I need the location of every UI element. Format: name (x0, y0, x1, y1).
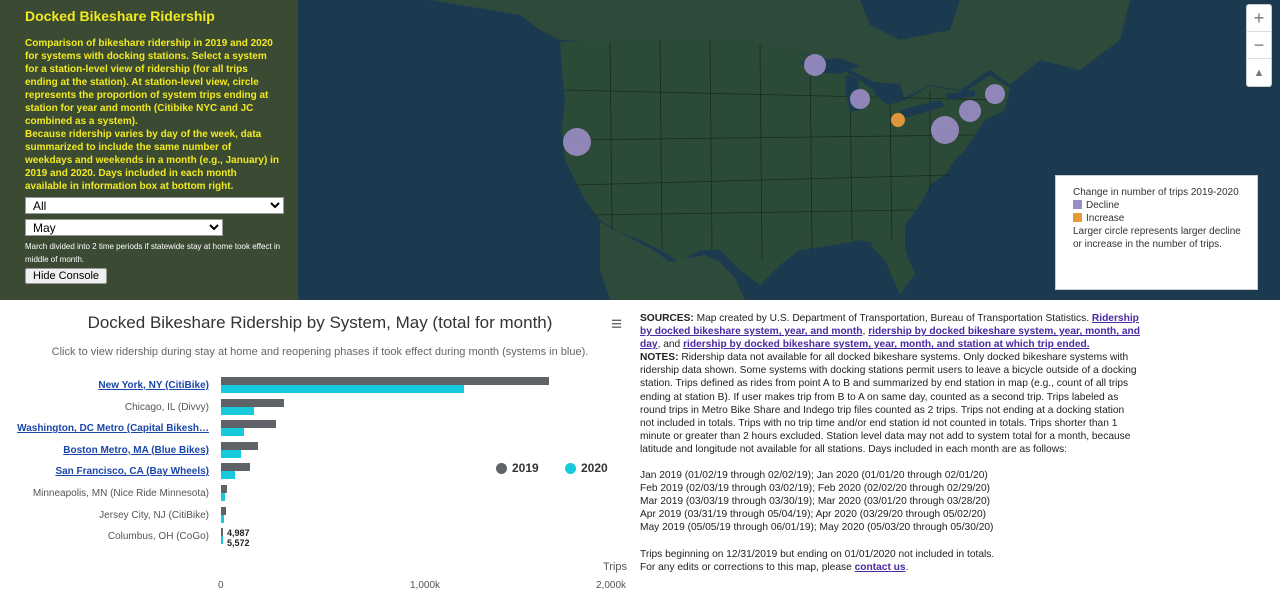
decline-swatch (1073, 200, 1082, 209)
month-range-feb: Feb 2019 (02/03/19 through 03/02/19); Fe… (640, 483, 991, 495)
zoom-out-button[interactable]: − (1247, 32, 1271, 59)
bar-2020[interactable] (221, 385, 465, 393)
notes-label: NOTES: (640, 352, 679, 364)
bar-2019[interactable] (221, 420, 276, 429)
chart-subtitle: Click to view ridership during stay at h… (51, 346, 589, 358)
month-range-mar: Mar 2019 (03/03/19 through 03/30/19); Ma… (640, 496, 991, 508)
chart-menu-icon[interactable]: ≡ (611, 315, 622, 334)
category-label: Chicago, IL (Divvy) (124, 401, 209, 413)
bar-2019[interactable] (221, 485, 227, 493)
legend-title: Change in number of trips 2019-2020 (1073, 187, 1239, 198)
category-label[interactable]: New York, NY (CitiBike) (98, 380, 209, 391)
ridership-chart: Docked Bikeshare Ridership by System, Ma… (0, 302, 630, 605)
hide-console-button[interactable]: Hide Console (25, 268, 108, 284)
month-range-apr: Apr 2019 (03/31/19 through 05/04/19); Ap… (640, 509, 987, 521)
category-label[interactable]: San Francisco, CA (Bay Wheels) (55, 466, 209, 477)
bar-2020[interactable] (221, 449, 241, 458)
console-panel: Docked Bikeshare Ridership Comparison of… (0, 0, 298, 300)
bar-2020[interactable] (221, 406, 255, 415)
data-label-2019: 4,987 (227, 528, 250, 538)
bar-2019[interactable] (221, 506, 227, 515)
legend-increase: Increase (1073, 212, 1245, 225)
category-label: Columbus, OH (CoGo) (107, 531, 209, 543)
month-select[interactable]: May (25, 219, 223, 236)
circle-minneapolis[interactable] (804, 54, 826, 76)
bar-2020[interactable] (221, 536, 223, 545)
notes-text: Ridership data not available for all doc… (640, 352, 1137, 455)
footer-note: Trips beginning on 12/31/2019 but ending… (640, 548, 995, 560)
bar-2020[interactable] (221, 471, 235, 480)
console-description-2: Because ridership varies by day of the w… (25, 129, 279, 192)
category-label: Minneapolis, MN (Nice Ride Minnesota) (32, 488, 209, 499)
x-tick-1000k: 1,000k (410, 580, 441, 591)
console-title: Docked Bikeshare Ridership (25, 8, 215, 24)
console-description: Comparison of bikeshare ridership in 201… (25, 38, 273, 127)
category-label[interactable]: Washington, DC Metro (Capital Bikesh… (17, 423, 209, 434)
link-ridership-by-station[interactable]: ridership by docked bikeshare system, ye… (683, 339, 1089, 350)
compass-north-button[interactable]: ▲ (1247, 59, 1271, 86)
bar-2019[interactable] (221, 441, 259, 450)
bar-2019[interactable] (221, 377, 550, 385)
legend-note: Larger circle represents larger decline … (1073, 226, 1241, 250)
bar-2019[interactable] (221, 463, 251, 472)
legend-decline: Decline (1073, 199, 1245, 212)
circle-columbus[interactable] (891, 113, 905, 127)
circle-chicago[interactable] (850, 89, 870, 109)
footer-contact: For any edits or corrections to this map… (640, 561, 909, 573)
legend-2019[interactable]: 2019 (496, 461, 539, 475)
sources-panel: SOURCES: Map created by U.S. Department … (640, 313, 1140, 573)
months-list: Jan 2019 (01/02/19 through 02/02/19); Ja… (640, 469, 1140, 534)
circle-san-francisco[interactable] (563, 128, 591, 156)
contact-us-link[interactable]: contact us (855, 562, 906, 573)
bar-2020[interactable] (221, 514, 225, 523)
data-label-2020: 5,572 (227, 538, 250, 548)
legend-2020[interactable]: 2020 (565, 461, 608, 475)
map-legend: Change in number of trips 2019-2020 Decl… (1055, 175, 1258, 290)
circle-washington-dc[interactable] (931, 116, 959, 144)
system-select[interactable]: All (25, 197, 284, 214)
chart-title: Docked Bikeshare Ridership by System, Ma… (87, 313, 553, 332)
bar-2020[interactable] (221, 493, 226, 501)
sources-label: SOURCES: (640, 313, 694, 324)
console-note: March divided into 2 time periods if sta… (25, 242, 281, 264)
legend-2019-dot (496, 462, 507, 474)
map-zoom-controls: + − ▲ (1246, 4, 1272, 87)
bar-2019[interactable] (221, 528, 223, 537)
zoom-in-button[interactable]: + (1247, 5, 1271, 32)
bar-2019[interactable] (221, 398, 284, 407)
sources-text: Map created by U.S. Department of Transp… (696, 313, 1090, 324)
x-tick-2000k: 2,000k (596, 580, 627, 591)
circle-new-york[interactable] (959, 100, 981, 122)
month-range-jan: Jan 2019 (01/02/19 through 02/02/19); Ja… (640, 470, 988, 482)
category-label: Jersey City, NJ (CitiBike) (99, 509, 209, 521)
category-label[interactable]: Boston Metro, MA (Blue Bikes) (63, 445, 209, 456)
x-tick-0: 0 (218, 580, 224, 591)
month-range-may: May 2019 (05/05/19 through 06/01/19); Ma… (640, 522, 994, 534)
x-axis-title: Trips (603, 561, 628, 573)
bar-2020[interactable] (221, 428, 245, 437)
circle-boston[interactable] (985, 84, 1005, 104)
increase-swatch (1073, 213, 1082, 222)
legend-2020-dot (565, 462, 576, 474)
